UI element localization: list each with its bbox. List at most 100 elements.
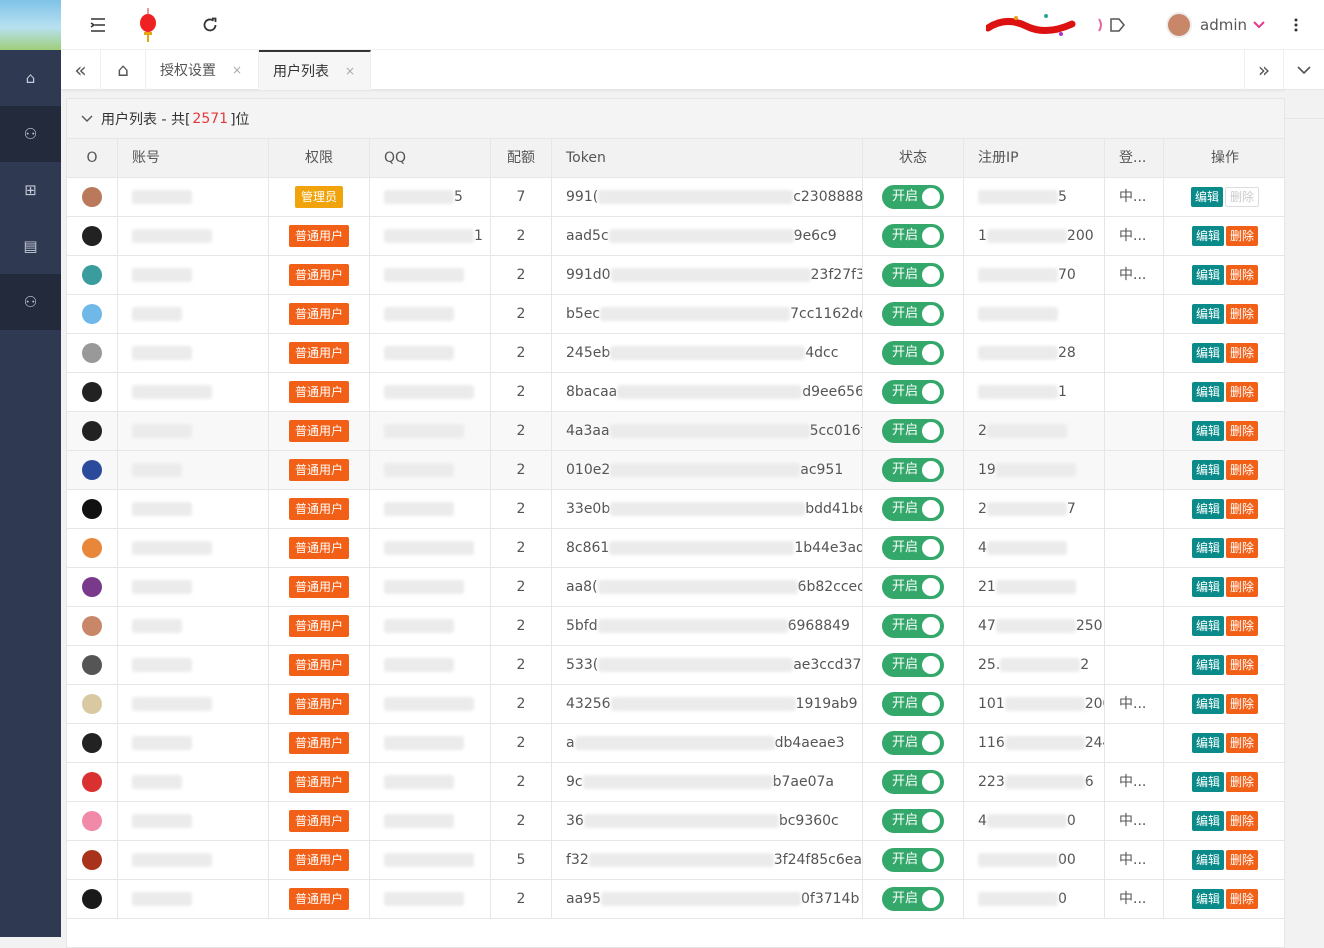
panel-title[interactable]: 用户列表 - 共[ 2571 ]位 <box>67 99 1284 139</box>
edit-button[interactable]: 编辑 <box>1191 733 1224 753</box>
status-toggle[interactable]: 开启 <box>882 458 944 482</box>
edit-button[interactable]: 编辑 <box>1191 772 1224 792</box>
status-toggle[interactable]: 开启 <box>882 575 944 599</box>
delete-button[interactable]: 删除 <box>1226 577 1259 597</box>
status-toggle[interactable]: 开启 <box>882 224 944 248</box>
delete-button[interactable]: 删除 <box>1226 265 1259 285</box>
quota-cell: 2 <box>491 568 552 607</box>
delete-button[interactable]: 删除 <box>1226 460 1259 480</box>
status-toggle[interactable]: 开启 <box>882 302 944 326</box>
qq-redacted <box>384 385 474 399</box>
edit-button[interactable]: 编辑 <box>1191 265 1224 285</box>
tag-button[interactable] <box>1091 0 1131 50</box>
edit-button[interactable]: 编辑 <box>1191 343 1224 363</box>
close-icon[interactable]: × <box>345 64 355 78</box>
delete-button[interactable]: 删除 <box>1225 187 1260 207</box>
ip-prefix: 1 <box>978 228 987 244</box>
ip-redacted <box>986 424 1067 438</box>
status-toggle[interactable]: 开启 <box>882 731 944 755</box>
status-toggle[interactable]: 开启 <box>882 692 944 716</box>
account-redacted <box>132 502 192 516</box>
user-menu[interactable]: admin <box>1166 0 1276 50</box>
login-cell: 中... <box>1105 685 1164 724</box>
edit-button[interactable]: 编辑 <box>1191 499 1224 519</box>
token-cell: 9c b7ae07a <box>552 763 863 802</box>
edit-button[interactable]: 编辑 <box>1191 538 1224 558</box>
role-badge: 普通用户 <box>288 654 349 676</box>
status-cell: 开启 <box>863 451 964 490</box>
edit-button[interactable]: 编辑 <box>1191 811 1224 831</box>
qq-cell <box>370 412 491 451</box>
table-row: 普通用户2991d023f27f399开启70中...编辑删除 <box>67 256 1284 295</box>
token-suffix: db4aeae3 <box>774 735 845 751</box>
edit-button[interactable]: 编辑 <box>1190 187 1223 207</box>
delete-button[interactable]: 删除 <box>1226 226 1259 246</box>
delete-button[interactable]: 删除 <box>1226 382 1259 402</box>
status-toggle[interactable]: 开启 <box>882 380 944 404</box>
logo <box>0 0 61 50</box>
status-toggle[interactable]: 开启 <box>882 614 944 638</box>
more-button[interactable] <box>1281 0 1311 50</box>
ip-redacted <box>978 892 1058 906</box>
status-toggle[interactable]: 开启 <box>882 341 944 365</box>
status-toggle[interactable]: 开启 <box>882 536 944 560</box>
sidebar-item-apps[interactable]: ⊞ <box>0 162 61 218</box>
account-redacted <box>132 853 212 867</box>
edit-button[interactable]: 编辑 <box>1191 421 1224 441</box>
avatar <box>82 733 102 753</box>
edit-button[interactable]: 编辑 <box>1191 655 1224 675</box>
avatar-cell <box>67 490 118 529</box>
sidebar-item-docs[interactable]: ▤ <box>0 218 61 274</box>
delete-button[interactable]: 删除 <box>1226 655 1259 675</box>
status-toggle[interactable]: 开启 <box>882 770 944 794</box>
status-toggle[interactable]: 开启 <box>882 809 944 833</box>
token-suffix: d9ee656 <box>802 384 863 400</box>
tab-auth-settings[interactable]: 授权设置 × <box>146 50 259 90</box>
delete-button[interactable]: 删除 <box>1226 772 1259 792</box>
qq-cell <box>370 607 491 646</box>
status-toggle[interactable]: 开启 <box>882 263 944 287</box>
delete-button[interactable]: 删除 <box>1226 343 1259 363</box>
tabs-prev-button[interactable]: « <box>61 50 101 90</box>
status-toggle[interactable]: 开启 <box>882 887 944 911</box>
delete-button[interactable]: 删除 <box>1226 304 1259 324</box>
refresh-button[interactable] <box>195 0 225 50</box>
delete-button[interactable]: 删除 <box>1226 538 1259 558</box>
tabs-dropdown-button[interactable] <box>1284 50 1324 90</box>
status-toggle[interactable]: 开启 <box>882 848 944 872</box>
edit-button[interactable]: 编辑 <box>1191 889 1224 909</box>
delete-button[interactable]: 删除 <box>1226 733 1259 753</box>
status-toggle[interactable]: 开启 <box>882 497 944 521</box>
tabs-next-button[interactable]: » <box>1244 50 1284 90</box>
account-redacted <box>132 658 192 672</box>
delete-button[interactable]: 删除 <box>1226 616 1259 636</box>
account-cell <box>118 607 269 646</box>
status-toggle[interactable]: 开启 <box>882 653 944 677</box>
col-account: 账号 <box>118 139 269 178</box>
edit-button[interactable]: 编辑 <box>1191 850 1224 870</box>
edit-button[interactable]: 编辑 <box>1191 382 1224 402</box>
sidebar-item-users[interactable]: ⚇ <box>0 106 61 162</box>
edit-button[interactable]: 编辑 <box>1191 304 1224 324</box>
delete-button[interactable]: 删除 <box>1226 421 1259 441</box>
edit-button[interactable]: 编辑 <box>1191 616 1224 636</box>
token-cell: 991(c23088888 <box>552 178 863 217</box>
role-cell: 普通用户 <box>269 763 370 802</box>
status-toggle[interactable]: 开启 <box>882 419 944 443</box>
delete-button[interactable]: 删除 <box>1226 889 1259 909</box>
delete-button[interactable]: 删除 <box>1226 850 1259 870</box>
status-toggle[interactable]: 开启 <box>882 185 944 209</box>
tab-home[interactable]: ⌂ <box>101 50 146 90</box>
menu-fold-button[interactable] <box>81 0 115 50</box>
edit-button[interactable]: 编辑 <box>1191 694 1224 714</box>
delete-button[interactable]: 删除 <box>1226 694 1259 714</box>
sidebar-item-user2[interactable]: ⚇ <box>0 274 61 330</box>
edit-button[interactable]: 编辑 <box>1191 226 1224 246</box>
edit-button[interactable]: 编辑 <box>1191 460 1224 480</box>
tab-user-list[interactable]: 用户列表 × <box>259 50 371 90</box>
sidebar-item-home[interactable]: ⌂ <box>0 50 61 106</box>
edit-button[interactable]: 编辑 <box>1191 577 1224 597</box>
delete-button[interactable]: 删除 <box>1226 811 1259 831</box>
close-icon[interactable]: × <box>232 63 242 77</box>
delete-button[interactable]: 删除 <box>1226 499 1259 519</box>
